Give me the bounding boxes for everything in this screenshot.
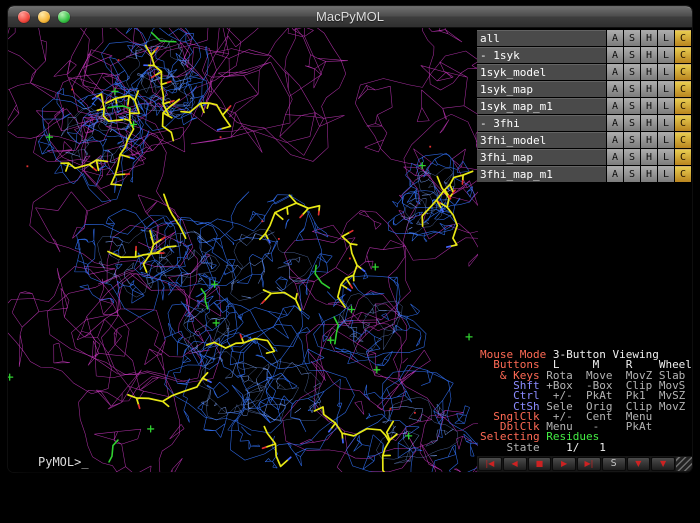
- object-name[interactable]: 3fhi_map_m1: [477, 166, 606, 182]
- state-row-text: 1/ 1: [546, 441, 606, 454]
- app-window: MacPyMOL PyMOL>_ allASHLC- 1sykASHLC1syk…: [8, 6, 692, 472]
- l-button[interactable]: L: [658, 81, 674, 97]
- object-name[interactable]: 1syk_map: [477, 81, 606, 97]
- l-button[interactable]: L: [658, 149, 674, 165]
- a-button[interactable]: A: [607, 98, 623, 114]
- l-button[interactable]: L: [658, 64, 674, 80]
- step-forward-button[interactable]: ▶|: [577, 457, 601, 471]
- mouse-panel: Mouse Mode 3-Button Viewing Buttons L M …: [480, 350, 692, 453]
- c-button[interactable]: C: [675, 98, 691, 114]
- h-button[interactable]: H: [641, 81, 657, 97]
- aux-button-2[interactable]: ▼: [651, 457, 675, 471]
- play-button[interactable]: ▶: [552, 457, 576, 471]
- a-button[interactable]: A: [607, 30, 623, 46]
- a-button[interactable]: A: [607, 132, 623, 148]
- l-button[interactable]: L: [658, 30, 674, 46]
- command-input[interactable]: PyMOL>_: [38, 455, 89, 469]
- object-row-3fhi_map: 3fhi_mapASHLC: [477, 149, 691, 165]
- c-button[interactable]: C: [675, 47, 691, 63]
- h-button[interactable]: H: [641, 98, 657, 114]
- c-button[interactable]: C: [675, 64, 691, 80]
- aux-button-1[interactable]: ▼: [627, 457, 651, 471]
- s-button[interactable]: S: [624, 64, 640, 80]
- s-button[interactable]: S: [624, 166, 640, 182]
- object-name[interactable]: 1syk_model: [477, 64, 606, 80]
- s-button[interactable]: S: [624, 115, 640, 131]
- c-button[interactable]: C: [675, 30, 691, 46]
- l-button[interactable]: L: [658, 47, 674, 63]
- internal-gui-panel: allASHLC- 1sykASHLC1syk_modelASHLC1syk_m…: [477, 28, 692, 472]
- h-button[interactable]: H: [641, 149, 657, 165]
- c-button[interactable]: C: [675, 132, 691, 148]
- object-row-1syk_model: 1syk_modelASHLC: [477, 64, 691, 80]
- l-button[interactable]: L: [658, 166, 674, 182]
- a-button[interactable]: A: [607, 166, 623, 182]
- s-button[interactable]: S: [624, 132, 640, 148]
- l-button[interactable]: L: [658, 98, 674, 114]
- h-button[interactable]: H: [641, 30, 657, 46]
- l-button[interactable]: L: [658, 132, 674, 148]
- c-button[interactable]: C: [675, 166, 691, 182]
- object-name[interactable]: - 1syk: [477, 47, 606, 63]
- resize-grip[interactable]: [676, 457, 692, 471]
- object-name[interactable]: 1syk_map_m1: [477, 98, 606, 114]
- vcr-controls: |◀◀■▶▶|S▼▼: [477, 455, 692, 472]
- s-button[interactable]: S: [624, 98, 640, 114]
- close-button[interactable]: [18, 11, 30, 23]
- state-row[interactable]: State 1/ 1: [480, 443, 692, 453]
- a-button[interactable]: A: [607, 47, 623, 63]
- object-row-3fhi: - 3fhiASHLC: [477, 115, 691, 131]
- viewport-3d[interactable]: [8, 28, 478, 472]
- object-row-1syk_map: 1syk_mapASHLC: [477, 81, 691, 97]
- titlebar[interactable]: MacPyMOL: [8, 6, 692, 28]
- zoom-button[interactable]: [58, 11, 70, 23]
- object-name[interactable]: all: [477, 30, 606, 46]
- c-button[interactable]: C: [675, 81, 691, 97]
- s-button[interactable]: S: [624, 47, 640, 63]
- c-button[interactable]: C: [675, 115, 691, 131]
- object-name[interactable]: 3fhi_model: [477, 132, 606, 148]
- h-button[interactable]: H: [641, 166, 657, 182]
- stop-button[interactable]: ■: [528, 457, 552, 471]
- s-button[interactable]: S: [624, 30, 640, 46]
- a-button[interactable]: A: [607, 115, 623, 131]
- object-row-1syk_map_m1: 1syk_map_m1ASHLC: [477, 98, 691, 114]
- a-button[interactable]: A: [607, 64, 623, 80]
- s-button[interactable]: S: [624, 81, 640, 97]
- scene-button[interactable]: S: [602, 457, 626, 471]
- rewind-button[interactable]: |◀: [478, 457, 502, 471]
- a-button[interactable]: A: [607, 81, 623, 97]
- a-button[interactable]: A: [607, 149, 623, 165]
- object-row-all: allASHLC: [477, 30, 691, 46]
- c-button[interactable]: C: [675, 149, 691, 165]
- l-button[interactable]: L: [658, 115, 674, 131]
- s-button[interactable]: S: [624, 149, 640, 165]
- step-back-button[interactable]: ◀: [503, 457, 527, 471]
- state-row-text: State: [480, 441, 546, 454]
- object-row-1syk: - 1sykASHLC: [477, 47, 691, 63]
- minimize-button[interactable]: [38, 11, 50, 23]
- h-button[interactable]: H: [641, 115, 657, 131]
- object-row-3fhi_model: 3fhi_modelASHLC: [477, 132, 691, 148]
- content-area: PyMOL>_ allASHLC- 1sykASHLC1syk_modelASH…: [8, 28, 692, 472]
- h-button[interactable]: H: [641, 64, 657, 80]
- h-button[interactable]: H: [641, 132, 657, 148]
- object-name[interactable]: 3fhi_map: [477, 149, 606, 165]
- window-title: MacPyMOL: [8, 7, 692, 27]
- object-row-3fhi_map_m1: 3fhi_map_m1ASHLC: [477, 166, 691, 182]
- object-name[interactable]: - 3fhi: [477, 115, 606, 131]
- h-button[interactable]: H: [641, 47, 657, 63]
- object-panel: allASHLC- 1sykASHLC1syk_modelASHLC1syk_m…: [477, 30, 691, 183]
